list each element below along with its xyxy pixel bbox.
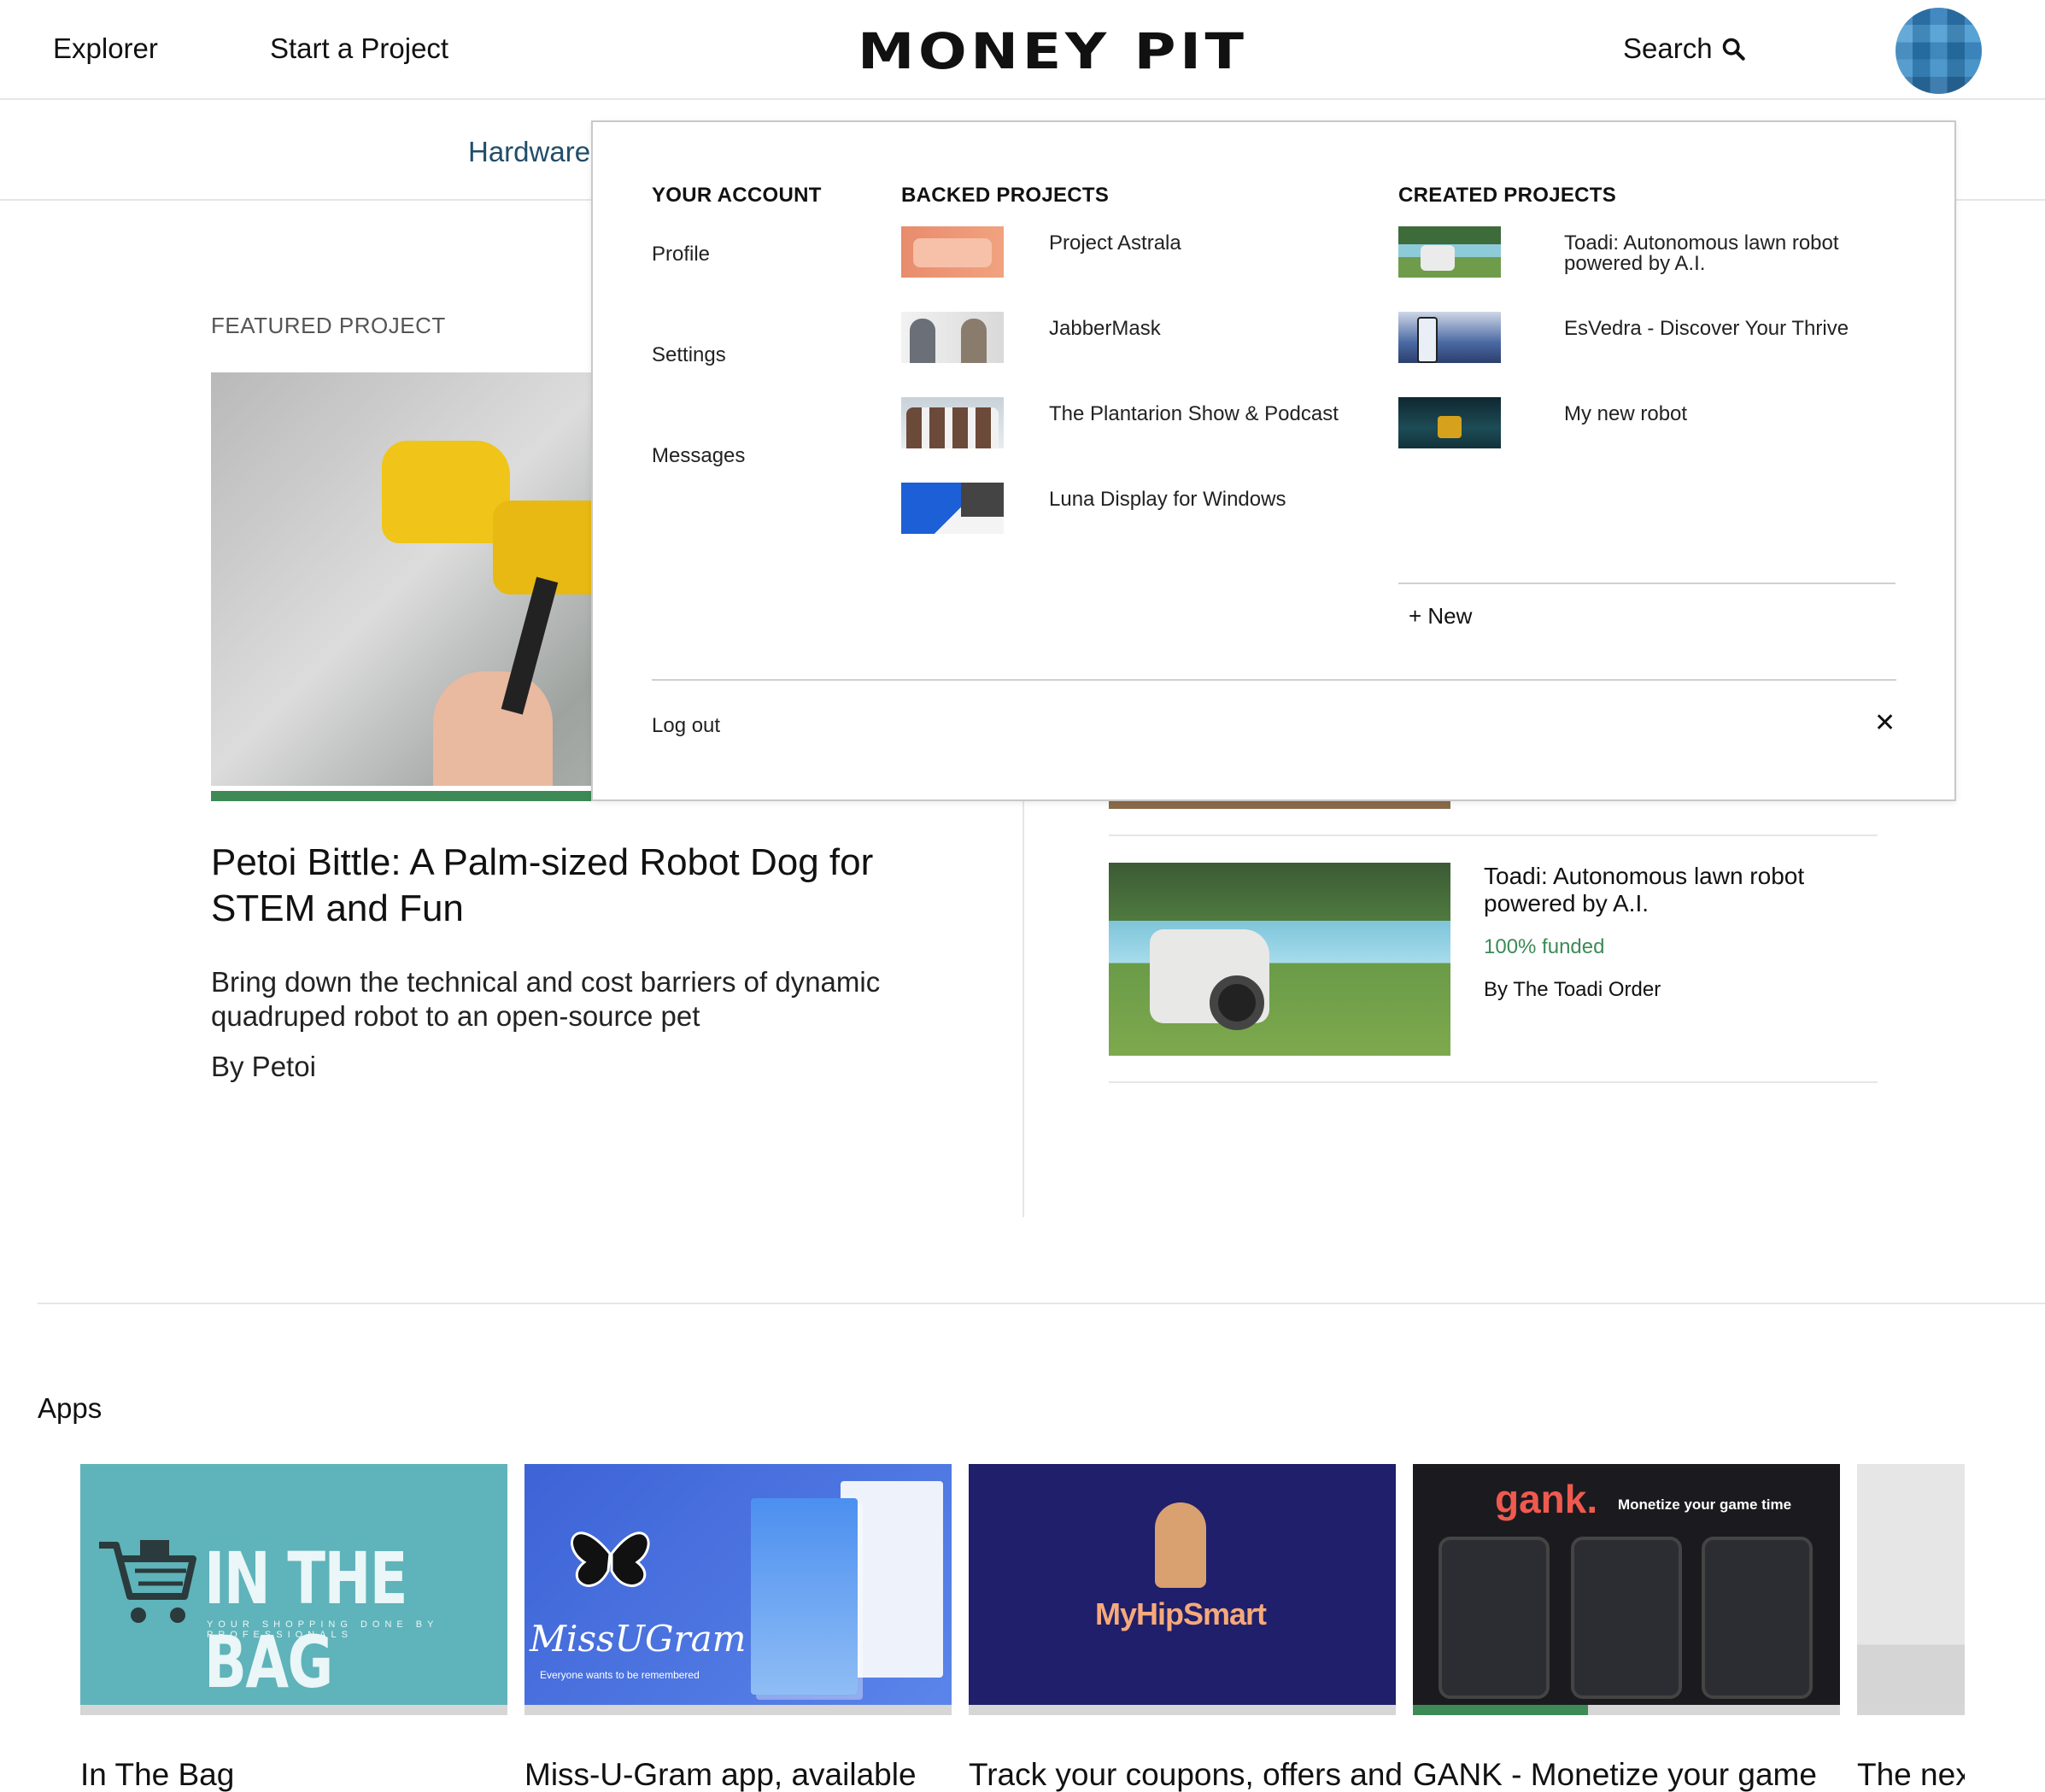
backed-project-link[interactable]: Luna Display for Windows (1049, 489, 1356, 510)
backed-thumb[interactable] (901, 226, 1004, 278)
app-card-in-the-bag[interactable]: IN THE BAG YOUR SHOPPING DONE BY PROFESS… (80, 1464, 507, 1705)
app-card-partial[interactable] (1857, 1464, 1965, 1705)
close-icon[interactable]: ✕ (1874, 708, 1896, 738)
category-hardware[interactable]: Hardware (468, 136, 590, 168)
divider (1398, 583, 1896, 584)
character-illustration (1155, 1502, 1206, 1588)
column-divider (1022, 786, 1024, 1217)
site-logo[interactable]: MONEY PIT (858, 22, 1248, 80)
featured-label: FEATURED PROJECT (211, 313, 446, 338)
app-title[interactable]: In The Bag (80, 1757, 234, 1792)
your-account-heading: YOUR ACCOUNT (652, 184, 822, 207)
cart-icon (99, 1540, 196, 1623)
menu-messages[interactable]: Messages (652, 444, 745, 468)
created-thumb[interactable] (1398, 226, 1501, 278)
backed-thumb[interactable] (901, 483, 1004, 534)
backed-project-link[interactable]: JabberMask (1049, 319, 1356, 339)
search-label: Search (1623, 32, 1713, 64)
featured-title[interactable]: Petoi Bittle: A Palm-sized Robot Dog for… (211, 840, 946, 932)
app-logo-text: MyHipSmart (1095, 1596, 1267, 1631)
app-title[interactable]: GANK - Monetize your game (1413, 1757, 1817, 1792)
toadi-author[interactable]: By The Toadi Order (1484, 978, 1661, 1002)
app-tagline: Monetize your game time (1618, 1496, 1792, 1513)
backed-projects-heading: BACKED PROJECTS (901, 184, 1110, 207)
backed-project-link[interactable]: The Plantarion Show & Podcast (1049, 404, 1356, 425)
app-card-gank[interactable]: gank. Monetize your game time (1413, 1464, 1840, 1705)
featured-author[interactable]: By Petoi (211, 1051, 316, 1083)
backed-project-link[interactable]: Project Astrala (1049, 233, 1356, 254)
search-icon (1722, 38, 1745, 61)
toadi-title[interactable]: Toadi: Autonomous lawn robot powered by … (1484, 863, 1877, 917)
app-logo-text: gank. (1495, 1477, 1598, 1521)
app-progress-bar (80, 1705, 507, 1715)
logout-button[interactable]: Log out (652, 714, 720, 738)
top-navbar: Explorer Start a Project MONEY PIT Searc… (0, 0, 2045, 100)
created-thumb[interactable] (1398, 312, 1501, 363)
backed-thumb[interactable] (901, 312, 1004, 363)
app-tagline: Everyone wants to be remembered (540, 1669, 700, 1681)
created-project-link[interactable]: EsVedra - Discover Your Thrive (1564, 319, 1872, 339)
app-tagline: YOUR SHOPPING DONE BY PROFESSIONALS (207, 1619, 439, 1640)
featured-description: Bring down the technical and cost barrie… (211, 966, 881, 1032)
app-progress-bar (1857, 1705, 1965, 1715)
app-progress-fill (1413, 1705, 1588, 1715)
menu-settings[interactable]: Settings (652, 343, 726, 367)
section-divider (38, 1303, 2045, 1304)
toadi-image[interactable] (1109, 863, 1450, 1056)
backed-thumb[interactable] (901, 397, 1004, 448)
app-card-myhipsmart[interactable]: MyHipSmart (969, 1464, 1396, 1705)
divider (1109, 835, 1878, 836)
app-logo-text: MissUGram (530, 1618, 747, 1660)
app-title[interactable]: Miss-U-Gram app, available (524, 1757, 917, 1792)
search-button[interactable]: Search (1623, 32, 1745, 65)
account-dropdown: YOUR ACCOUNT Profile Settings Messages B… (591, 120, 1956, 801)
divider (652, 679, 1896, 681)
app-title[interactable]: The nex (1857, 1757, 1965, 1792)
user-avatar[interactable] (1896, 8, 1982, 94)
nav-start-project[interactable]: Start a Project (270, 32, 448, 65)
menu-profile[interactable]: Profile (652, 243, 710, 266)
created-project-link[interactable]: Toadi: Autonomous lawn robot powered by … (1564, 233, 1872, 274)
apps-heading: Apps (38, 1392, 103, 1424)
app-progress-bar (524, 1705, 952, 1715)
app-progress-bar (969, 1705, 1396, 1715)
nav-explorer[interactable]: Explorer (53, 32, 158, 65)
divider (1109, 1081, 1878, 1083)
butterfly-icon (571, 1531, 650, 1587)
created-project-link[interactable]: My new robot (1564, 404, 1872, 425)
new-project-button[interactable]: + New (1409, 603, 1472, 630)
created-thumb[interactable] (1398, 397, 1501, 448)
toadi-funded: 100% funded (1484, 935, 1605, 958)
created-projects-heading: CREATED PROJECTS (1398, 184, 1617, 207)
app-progress-track (1413, 1705, 1840, 1715)
app-title[interactable]: Track your coupons, offers and (969, 1757, 1403, 1792)
app-card-miss-u-gram[interactable]: MissUGram Everyone wants to be remembere… (524, 1464, 952, 1705)
